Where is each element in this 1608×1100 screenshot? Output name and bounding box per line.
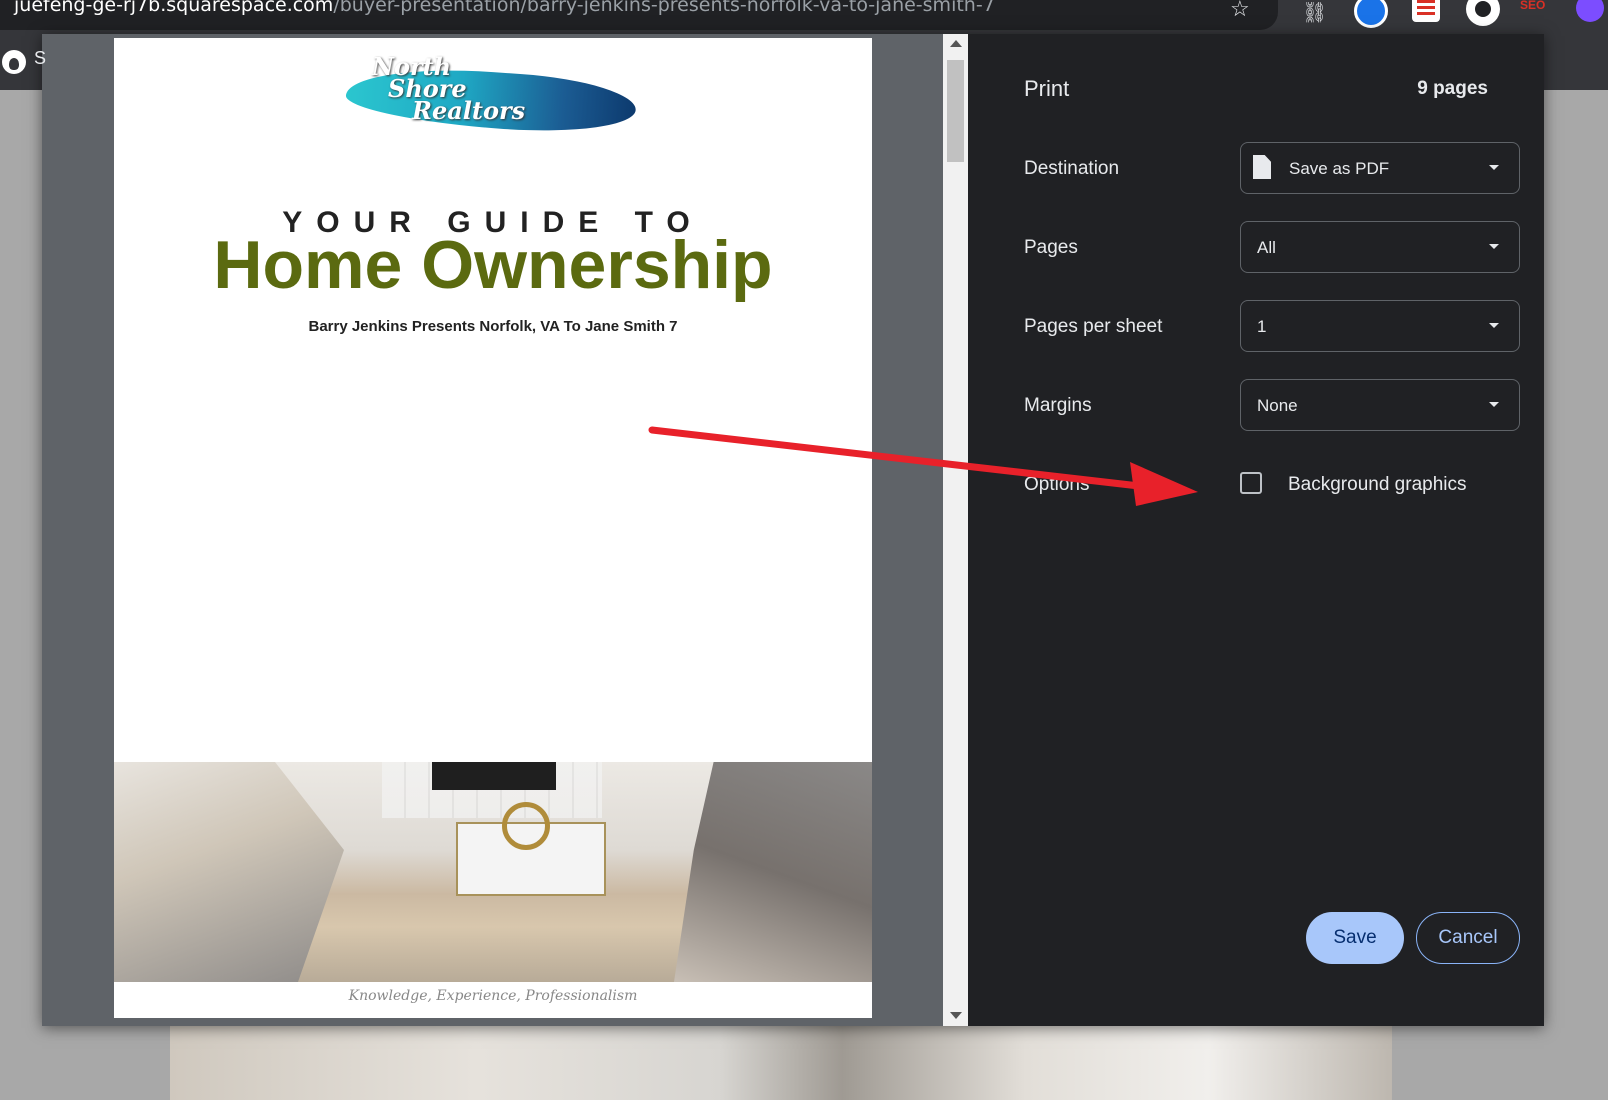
logo-line: Realtors	[412, 96, 526, 125]
margins-select[interactable]: None	[1240, 379, 1520, 431]
pages-select[interactable]: All	[1240, 221, 1520, 273]
print-title: Print	[1024, 76, 1070, 101]
print-dialog: North Shore Realtors YOUR GUIDE TO Home …	[42, 34, 1544, 1026]
save-button[interactable]: Save	[1306, 912, 1404, 964]
pages-per-sheet-value: 1	[1257, 317, 1267, 336]
address-bar[interactable]: juefeng-ge-rj7b.squarespace.com/buyer-pr…	[0, 0, 1278, 30]
print-preview[interactable]: North Shore Realtors YOUR GUIDE TO Home …	[42, 34, 968, 1026]
print-settings-panel: Print 9 pages Destination Save as PDF Pa…	[968, 34, 1544, 1026]
destination-label: Destination	[1024, 158, 1120, 179]
github-icon[interactable]	[2, 50, 26, 74]
scroll-up-arrow-icon[interactable]	[950, 40, 962, 47]
caret-down-icon	[1489, 402, 1499, 407]
link-off-icon[interactable]: ⛓	[1302, 0, 1332, 24]
extension-sun-icon[interactable]	[1466, 0, 1500, 26]
pages-per-sheet-select[interactable]: 1	[1240, 300, 1520, 352]
url-path: /buyer-presentation/barry-jenkins-presen…	[333, 0, 995, 16]
guide-subtitle: Barry Jenkins Presents Norfolk, VA To Ja…	[308, 318, 678, 335]
photo-fireplace	[432, 762, 556, 790]
guide-title: Home Ownership	[213, 227, 773, 303]
options-label: Options	[1024, 474, 1090, 495]
destination-select[interactable]: Save as PDF	[1240, 142, 1520, 194]
background-graphics-checkbox[interactable]	[1240, 472, 1262, 494]
logo-text: North Shore Realtors	[372, 55, 572, 125]
bookmark-star-icon[interactable]: ☆	[1230, 0, 1250, 22]
preview-page: North Shore Realtors YOUR GUIDE TO Home …	[114, 38, 872, 1018]
bookmark-item[interactable]: S	[34, 48, 46, 69]
extension-purple-icon[interactable]	[1576, 0, 1604, 22]
extension-list-icon[interactable]	[1412, 0, 1440, 22]
document-icon	[1253, 155, 1271, 179]
page-count: 9 pages	[1417, 78, 1488, 99]
scroll-thumb[interactable]	[947, 60, 964, 162]
page-footer-tagline: Knowledge, Experience, Professionalism	[348, 988, 638, 1004]
photo-sofa-right	[674, 762, 872, 982]
margins-label: Margins	[1024, 395, 1092, 416]
browser-top-strip: juefeng-ge-rj7b.squarespace.com/buyer-pr…	[0, 0, 1608, 30]
photo-decor-sphere	[502, 802, 550, 850]
url-host: juefeng-ge-rj7b.squarespace.com	[14, 0, 334, 16]
north-shore-realtors-logo: North Shore Realtors	[344, 55, 638, 139]
cancel-button[interactable]: Cancel	[1416, 912, 1520, 964]
pages-label: Pages	[1024, 237, 1078, 258]
background-graphics-label[interactable]: Background graphics	[1288, 474, 1467, 496]
caret-down-icon	[1489, 323, 1499, 328]
caret-down-icon	[1489, 165, 1499, 170]
destination-value: Save as PDF	[1289, 159, 1390, 178]
scroll-down-arrow-icon[interactable]	[950, 1012, 962, 1019]
extension-blue-icon[interactable]	[1354, 0, 1388, 28]
photo-sofa-left	[114, 762, 344, 982]
margins-value: None	[1257, 396, 1298, 415]
pages-value: All	[1257, 238, 1276, 257]
caret-down-icon	[1489, 244, 1499, 249]
seo-extension-icon[interactable]: SEO	[1520, 0, 1550, 22]
pages-per-sheet-label: Pages per sheet	[1024, 316, 1163, 337]
url-text[interactable]: juefeng-ge-rj7b.squarespace.com/buyer-pr…	[14, 0, 995, 16]
preview-scrollbar[interactable]	[943, 34, 968, 1026]
living-room-photo	[114, 762, 872, 982]
